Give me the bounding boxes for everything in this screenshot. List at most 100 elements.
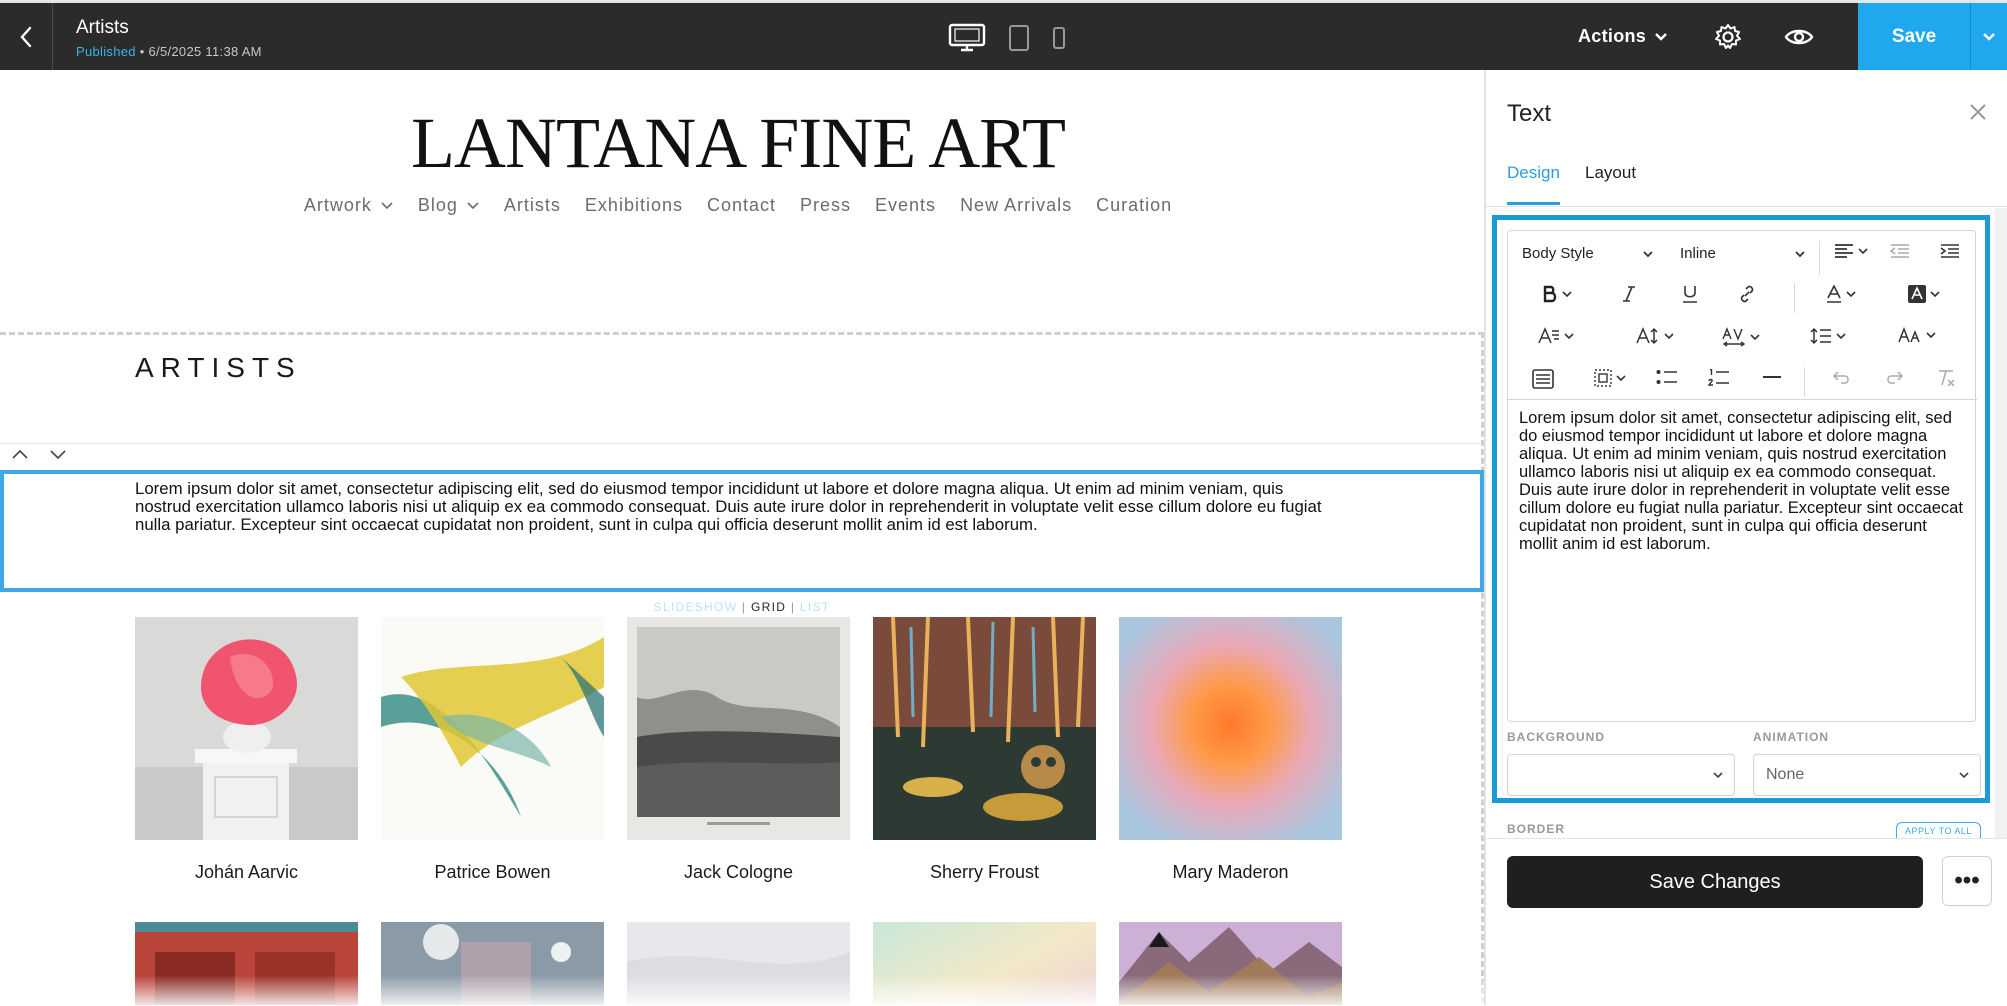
move-down-icon[interactable]	[48, 448, 68, 460]
move-block-controls	[10, 448, 68, 460]
font-size-button[interactable]	[1636, 327, 1674, 345]
nav-item-exhibitions[interactable]: Exhibitions	[585, 195, 683, 216]
artist-card[interactable]: Sherry Froust	[873, 616, 1096, 922]
desktop-icon[interactable]	[948, 23, 986, 53]
line-height-button[interactable]	[1810, 327, 1846, 345]
selected-text-block[interactable]: Lorem ipsum dolor sit amet, consectetur …	[0, 470, 1484, 592]
artist-name[interactable]: Sherry Froust	[873, 862, 1096, 883]
display-mode-select[interactable]: Inline	[1680, 245, 1806, 262]
panel-scrollbar[interactable]	[1995, 208, 2007, 908]
chevron-down-icon	[1858, 247, 1868, 254]
chevron-left-icon	[20, 26, 32, 47]
bullet-list-button[interactable]	[1656, 369, 1678, 385]
artist-card[interactable]: Mary Maderon	[1119, 617, 1342, 922]
view-slideshow[interactable]: SLIDESHOW	[654, 600, 738, 614]
clear-format-button[interactable]	[1936, 369, 1956, 387]
view-grid[interactable]: GRID	[751, 600, 786, 614]
editor-text-area[interactable]: Lorem ipsum dolor sit amet, consectetur …	[1519, 409, 1969, 553]
underline-button[interactable]	[1682, 285, 1698, 303]
nav-item-artists[interactable]: Artists	[504, 195, 561, 216]
align-button[interactable]	[1834, 243, 1868, 259]
settings-button[interactable]	[1714, 23, 1742, 56]
preview-button[interactable]	[1784, 23, 1814, 56]
paragraph-style-select[interactable]: Body Style	[1522, 245, 1654, 262]
bold-icon	[1543, 285, 1557, 303]
tab-design[interactable]: Design	[1507, 163, 1560, 183]
apply-to-all-button[interactable]: APPLY TO ALL	[1896, 822, 1981, 838]
undo-button[interactable]	[1832, 369, 1852, 385]
background-label: BACKGROUND	[1507, 730, 1605, 744]
nav-item-new-arrivals[interactable]: New Arrivals	[960, 195, 1072, 216]
site-logo[interactable]: LANTANA FINE ART	[0, 102, 1476, 185]
chevron-down-icon	[1616, 374, 1626, 381]
redo-button[interactable]	[1884, 369, 1904, 385]
text-color-button[interactable]	[1826, 285, 1856, 303]
horizontal-rule-button[interactable]	[1762, 369, 1782, 385]
animation-label: ANIMATION	[1753, 730, 1830, 744]
chevron-down-icon	[1930, 290, 1940, 297]
artist-name[interactable]: Patrice Bowen	[381, 862, 604, 883]
text-case-button[interactable]	[1898, 327, 1936, 343]
nav-item-press[interactable]: Press	[800, 195, 851, 216]
artist-name[interactable]: Jack Cologne	[627, 862, 850, 883]
background-select[interactable]	[1507, 754, 1735, 796]
indent-button[interactable]	[1940, 243, 1960, 259]
outdent-button[interactable]	[1890, 243, 1910, 259]
link-icon	[1740, 285, 1754, 303]
clear-format-icon	[1939, 370, 1955, 387]
tab-divider	[1486, 206, 2007, 207]
nav-item-label: Contact	[706, 195, 777, 215]
body-text[interactable]: Lorem ipsum dolor sit amet, consectetur …	[135, 480, 1330, 534]
nav-item-artwork[interactable]: Artwork	[304, 195, 394, 216]
status-separator: •	[139, 44, 145, 59]
artist-grid: Johán Aarvic Patrice Bowen Jack Cologne	[135, 616, 1342, 922]
artist-name[interactable]: Johán Aarvic	[135, 862, 358, 883]
insert-block-button[interactable]	[1532, 369, 1554, 389]
close-icon[interactable]	[1968, 102, 1988, 122]
rich-text-editor-highlight: Body Style Inline Lorem ipsum dolor sit …	[1492, 215, 1990, 803]
artwork-image	[1119, 617, 1342, 840]
text-case-icon	[1898, 327, 1920, 343]
tab-layout[interactable]: Layout	[1585, 163, 1636, 183]
section-heading[interactable]: ARTISTS	[135, 352, 302, 384]
box-style-icon	[1594, 369, 1612, 387]
bold-button[interactable]	[1542, 285, 1572, 303]
artist-card[interactable]: Jack Cologne	[627, 617, 850, 922]
toolbar-row-1: Body Style Inline	[1508, 237, 1977, 277]
save-changes-button[interactable]: Save Changes	[1507, 856, 1923, 908]
tablet-icon[interactable]	[1008, 24, 1030, 52]
artist-name[interactable]: Mary Maderon	[1119, 862, 1342, 883]
artist-card[interactable]: Johán Aarvic	[135, 617, 358, 922]
font-style-button[interactable]	[1538, 327, 1574, 345]
box-style-button[interactable]	[1594, 369, 1626, 387]
highlight-color-button[interactable]	[1908, 285, 1940, 303]
divider	[0, 443, 1481, 444]
link-button[interactable]	[1738, 285, 1756, 303]
nav-item-blog[interactable]: Blog	[418, 195, 480, 216]
actions-menu-button[interactable]: Actions	[1578, 26, 1668, 47]
mobile-icon[interactable]	[1052, 26, 1066, 50]
italic-button[interactable]	[1622, 285, 1636, 303]
save-options-button[interactable]	[1971, 3, 2007, 70]
chevron-down-icon	[1564, 332, 1574, 339]
underline-icon	[1683, 286, 1697, 303]
view-list[interactable]: LIST	[800, 600, 831, 614]
nav-item-contact[interactable]: Contact	[707, 195, 776, 216]
nav-item-events[interactable]: Events	[875, 195, 936, 216]
gear-icon	[1715, 24, 1741, 49]
save-button[interactable]: Save	[1858, 3, 1971, 70]
back-button[interactable]	[0, 3, 53, 70]
chevron-down-icon	[467, 202, 479, 210]
bullet-list-icon	[1656, 370, 1677, 384]
highlight-icon	[1908, 285, 1926, 303]
numbered-list-button[interactable]	[1708, 369, 1730, 387]
move-up-icon[interactable]	[10, 448, 30, 460]
section-boundary	[0, 332, 1484, 335]
status-badge: Published	[76, 44, 136, 59]
timestamp: 6/5/2025 11:38 AM	[148, 44, 262, 59]
letter-spacing-button[interactable]	[1722, 327, 1760, 347]
artist-card[interactable]: Patrice Bowen	[381, 617, 604, 922]
more-options-button[interactable]: •••	[1942, 856, 1992, 906]
nav-item-curation[interactable]: Curation	[1096, 195, 1172, 216]
animation-select[interactable]: None	[1753, 754, 1981, 796]
